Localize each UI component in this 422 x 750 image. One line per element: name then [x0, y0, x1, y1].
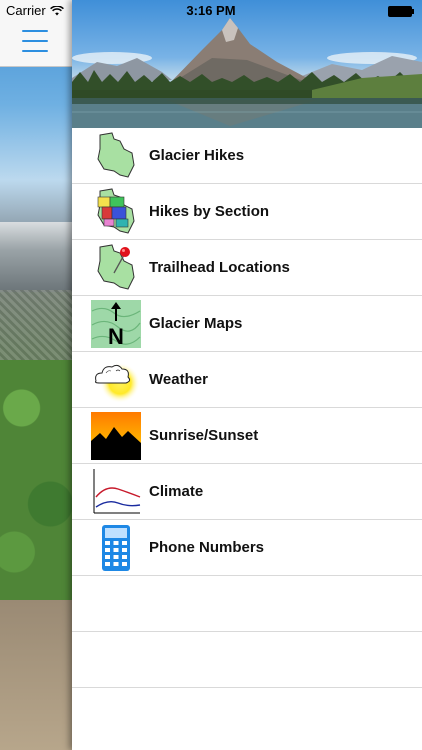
scree-photo-section — [0, 290, 72, 360]
menu-label: Phone Numbers — [149, 539, 265, 556]
menu-item-climate[interactable]: Climate — [72, 464, 422, 520]
empty-row — [72, 632, 422, 688]
menu-label: Sunrise/Sunset — [149, 427, 259, 444]
menu-item-trailhead-locations[interactable]: Trailhead Locations — [72, 240, 422, 296]
menu-item-hikes-by-section[interactable]: Hikes by Section — [72, 184, 422, 240]
map-pin-icon — [97, 244, 135, 290]
topo-map-north-icon: N — [91, 300, 141, 349]
svg-text:N: N — [108, 324, 124, 349]
menu-item-glacier-hikes[interactable]: Glacier Hikes — [72, 128, 422, 184]
trail-photo-section — [0, 600, 72, 750]
battery-icon — [388, 6, 414, 17]
empty-row — [72, 576, 422, 632]
bush-photo-section — [0, 360, 72, 600]
sun-cloud-icon — [95, 363, 140, 403]
calculator-phone-icon — [102, 525, 130, 571]
park-map-icon — [97, 132, 135, 178]
menu-item-weather[interactable]: Weather — [72, 352, 422, 408]
section-map-icon — [97, 188, 135, 234]
hamburger-menu-icon[interactable] — [22, 30, 48, 52]
menu-item-glacier-maps[interactable]: N Glacier Maps — [72, 296, 422, 352]
status-time: 3:16 PM — [186, 3, 236, 18]
menu-list: Glacier Hikes Hikes by Section Trailhead… — [72, 128, 422, 743]
menu-label: Climate — [149, 483, 204, 500]
menu-label: Trailhead Locations — [149, 259, 290, 276]
mountain-photo-section — [0, 222, 72, 292]
sunset-mountain-icon — [91, 412, 141, 460]
empty-row — [72, 688, 422, 743]
status-bar: Carrier 3:16 PM — [0, 0, 422, 22]
menu-item-phone-numbers[interactable]: Phone Numbers — [72, 520, 422, 576]
menu-label: Hikes by Section — [149, 203, 270, 220]
menu-label: Glacier Hikes — [149, 147, 245, 164]
climate-chart-icon — [93, 469, 141, 514]
side-menu-panel: Glacier Hikes Hikes by Section Trailhead… — [72, 0, 422, 750]
menu-item-sunrise-sunset[interactable]: Sunrise/Sunset — [72, 408, 422, 464]
menu-label: Glacier Maps — [149, 315, 243, 332]
menu-label: Weather — [149, 371, 208, 388]
